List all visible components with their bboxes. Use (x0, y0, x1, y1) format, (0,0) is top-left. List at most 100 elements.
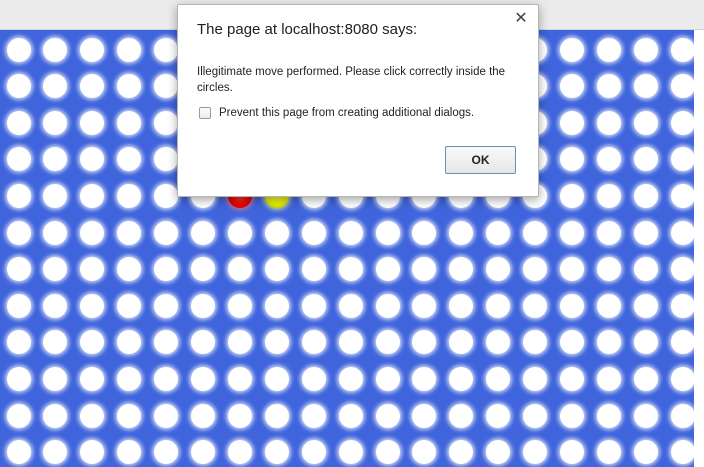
suppress-dialogs-checkbox[interactable] (199, 106, 211, 119)
board-hole[interactable] (227, 366, 252, 391)
board-hole[interactable] (596, 74, 621, 99)
board-hole[interactable] (375, 257, 400, 282)
board-hole[interactable] (449, 440, 474, 465)
board-hole[interactable] (43, 293, 68, 318)
board-hole[interactable] (43, 220, 68, 245)
board-hole[interactable] (117, 147, 142, 172)
board-hole[interactable] (117, 366, 142, 391)
board-hole[interactable] (6, 403, 31, 428)
board-hole[interactable] (6, 257, 31, 282)
board-hole[interactable] (633, 110, 658, 135)
board-hole[interactable] (412, 440, 437, 465)
board-hole[interactable] (670, 366, 694, 391)
board-hole[interactable] (670, 110, 694, 135)
board-hole[interactable] (412, 257, 437, 282)
board-hole[interactable] (560, 257, 584, 282)
board-hole[interactable] (670, 220, 694, 245)
board-hole[interactable] (6, 440, 31, 465)
board-hole[interactable] (227, 330, 252, 355)
board-hole[interactable] (80, 110, 105, 135)
board-hole[interactable] (80, 183, 105, 208)
board-hole[interactable] (670, 330, 694, 355)
board-hole[interactable] (560, 440, 584, 465)
board-hole[interactable] (227, 440, 252, 465)
board-hole[interactable] (6, 147, 31, 172)
board-hole[interactable] (80, 147, 105, 172)
board-hole[interactable] (633, 366, 658, 391)
board-hole[interactable] (191, 440, 215, 465)
board-hole[interactable] (560, 147, 584, 172)
board-hole[interactable] (486, 403, 511, 428)
board-hole[interactable] (191, 403, 215, 428)
board-hole[interactable] (486, 220, 511, 245)
board-hole[interactable] (596, 330, 621, 355)
board-hole[interactable] (523, 403, 548, 428)
board-hole[interactable] (596, 37, 621, 62)
board-hole[interactable] (375, 330, 400, 355)
board-hole[interactable] (43, 440, 68, 465)
board-hole[interactable] (154, 257, 179, 282)
board-hole[interactable] (560, 366, 584, 391)
board-hole[interactable] (6, 366, 31, 391)
board-hole[interactable] (117, 74, 142, 99)
board-hole[interactable] (338, 330, 363, 355)
board-hole[interactable] (412, 403, 437, 428)
board-hole[interactable] (80, 257, 105, 282)
board-hole[interactable] (633, 220, 658, 245)
board-hole[interactable] (301, 440, 326, 465)
board-hole[interactable] (670, 257, 694, 282)
board-hole[interactable] (264, 366, 289, 391)
board-hole[interactable] (301, 220, 326, 245)
board-hole[interactable] (375, 293, 400, 318)
board-hole[interactable] (560, 293, 584, 318)
board-hole[interactable] (264, 330, 289, 355)
board-hole[interactable] (486, 293, 511, 318)
board-hole[interactable] (117, 183, 142, 208)
board-hole[interactable] (375, 403, 400, 428)
board-hole[interactable] (154, 183, 179, 208)
board-hole[interactable] (523, 220, 548, 245)
board-hole[interactable] (43, 74, 68, 99)
board-hole[interactable] (449, 366, 474, 391)
board-hole[interactable] (670, 293, 694, 318)
board-hole[interactable] (412, 366, 437, 391)
board-hole[interactable] (560, 183, 584, 208)
board-hole[interactable] (6, 220, 31, 245)
board-hole[interactable] (633, 403, 658, 428)
board-hole[interactable] (670, 147, 694, 172)
board-hole[interactable] (191, 220, 215, 245)
board-hole[interactable] (117, 293, 142, 318)
board-hole[interactable] (227, 293, 252, 318)
board-hole[interactable] (154, 147, 179, 172)
suppress-dialogs-row[interactable]: Prevent this page from creating addition… (199, 105, 474, 120)
board-hole[interactable] (523, 440, 548, 465)
board-hole[interactable] (117, 440, 142, 465)
board-hole[interactable] (80, 330, 105, 355)
board-hole[interactable] (338, 366, 363, 391)
board-hole[interactable] (154, 366, 179, 391)
board-hole[interactable] (560, 110, 584, 135)
board-hole[interactable] (117, 257, 142, 282)
board-hole[interactable] (264, 403, 289, 428)
board-hole[interactable] (43, 366, 68, 391)
board-hole[interactable] (670, 183, 694, 208)
board-hole[interactable] (154, 220, 179, 245)
board-hole[interactable] (6, 110, 31, 135)
board-hole[interactable] (80, 74, 105, 99)
board-hole[interactable] (80, 366, 105, 391)
board-hole[interactable] (633, 257, 658, 282)
board-hole[interactable] (80, 403, 105, 428)
board-hole[interactable] (338, 293, 363, 318)
board-hole[interactable] (227, 257, 252, 282)
close-icon[interactable]: ✕ (513, 11, 529, 27)
suppress-dialogs-label[interactable]: Prevent this page from creating addition… (219, 107, 474, 119)
board-hole[interactable] (154, 37, 179, 62)
board-hole[interactable] (596, 220, 621, 245)
board-hole[interactable] (117, 330, 142, 355)
board-hole[interactable] (486, 366, 511, 391)
board-hole[interactable] (560, 74, 584, 99)
board-hole[interactable] (633, 37, 658, 62)
board-hole[interactable] (301, 257, 326, 282)
board-hole[interactable] (670, 440, 694, 465)
board-hole[interactable] (412, 330, 437, 355)
